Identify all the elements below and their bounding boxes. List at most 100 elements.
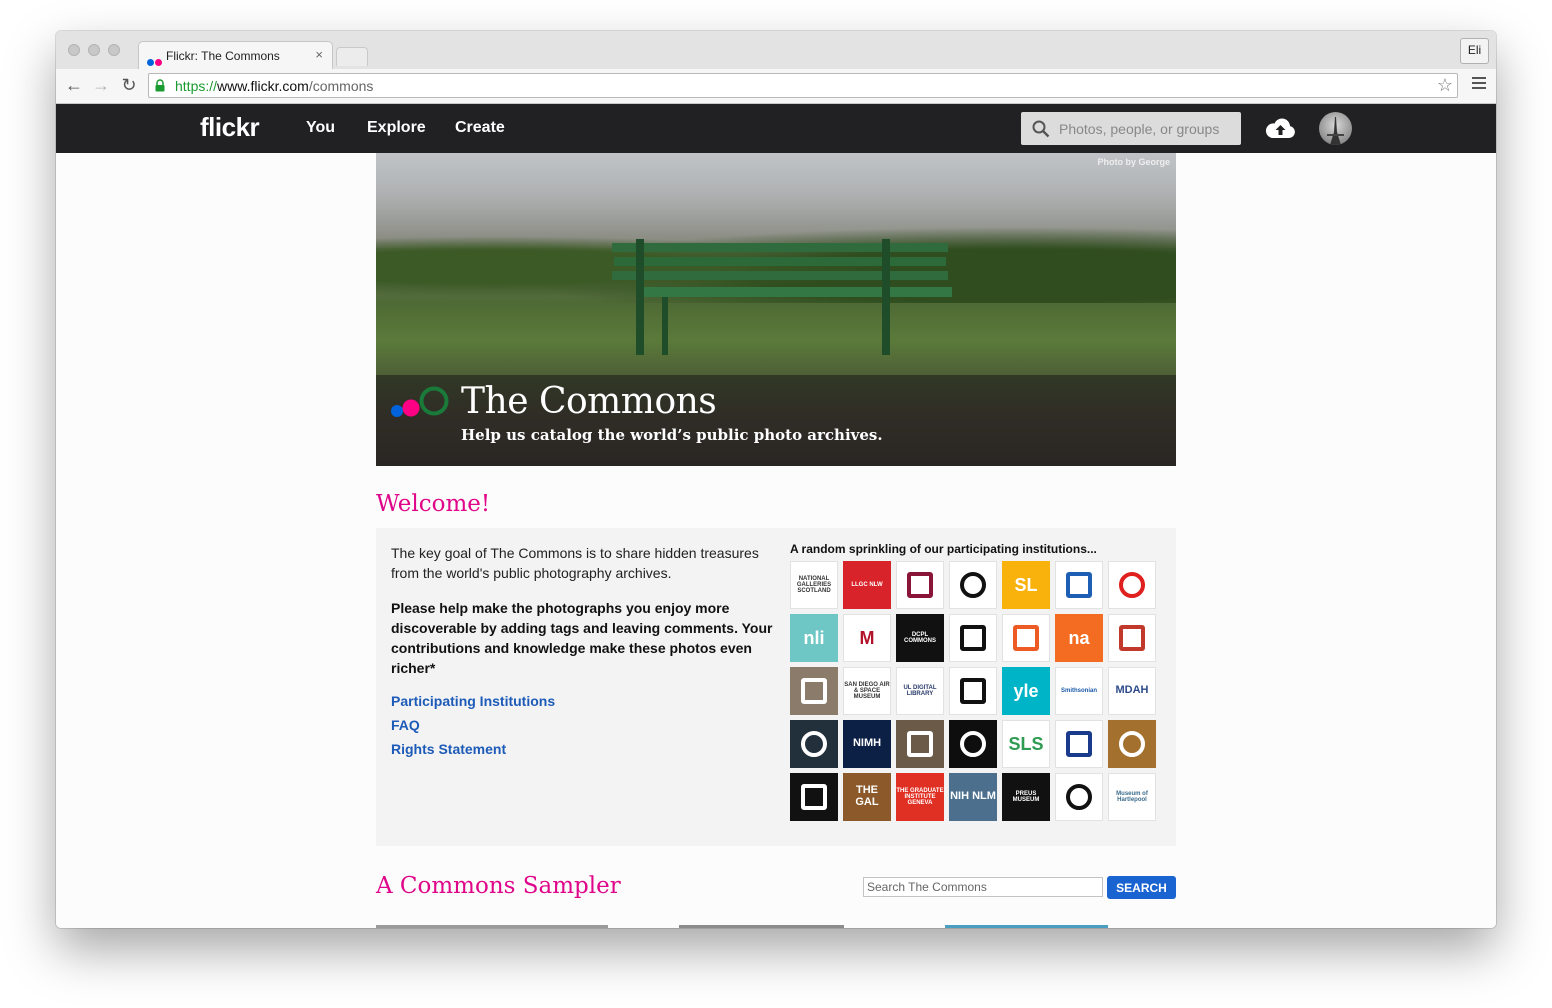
institution-logo[interactable] [896, 561, 944, 609]
hamburger-menu-icon[interactable] [1472, 77, 1486, 92]
institution-mark-icon [907, 731, 933, 757]
search-icon [1032, 120, 1050, 138]
institution-mark-icon [960, 731, 986, 757]
flickr-search-box[interactable] [1021, 112, 1241, 145]
browser-toolbar: ← → ↻ https://www.flickr.com/commons ☆ [56, 69, 1496, 104]
institution-logo[interactable] [1055, 773, 1103, 821]
institution-mark-icon [960, 625, 986, 651]
back-arrow-icon[interactable]: ← [64, 75, 84, 95]
institution-logo[interactable] [790, 773, 838, 821]
lock-icon [155, 79, 165, 92]
institution-logo-label: DCPL COMMONS [904, 631, 936, 644]
institution-logo[interactable]: NATIONAL GALLERIES SCOTLAND [790, 561, 838, 609]
close-window-button[interactable] [68, 44, 80, 56]
tab-strip: Flickr: The Commons × Eli [56, 31, 1496, 70]
upload-cloud-icon[interactable] [1265, 117, 1296, 139]
institution-logo[interactable]: SAN DIEGO AIR & SPACE MUSEUM [843, 667, 891, 715]
institution-logo[interactable]: SL [1002, 561, 1050, 609]
institution-logo[interactable]: yle [1002, 667, 1050, 715]
institution-mark-icon [1119, 731, 1145, 757]
rights-statement-link[interactable]: Rights Statement [391, 741, 506, 757]
institution-logo[interactable]: NIH NLM [949, 773, 997, 821]
sampler-thumbnail[interactable] [945, 925, 1108, 928]
institution-logo[interactable]: THE GRADUATE INSTITUTE GENEVA [896, 773, 944, 821]
institution-mark-icon [1066, 784, 1092, 810]
url-scheme: https:// [175, 78, 218, 94]
call-to-action-text: Please help make the photographs you enj… [391, 600, 773, 676]
institution-mark-icon [1119, 625, 1145, 651]
institution-mark-icon [1066, 572, 1092, 598]
page-content: Photo by George The Commons Help us cata… [56, 153, 1496, 928]
institution-logo[interactable]: M [843, 614, 891, 662]
browser-window: Flickr: The Commons × Eli ← → ↻ https://… [56, 31, 1496, 928]
sampler-thumbnail[interactable] [679, 925, 844, 928]
reload-icon[interactable]: ↻ [119, 75, 139, 95]
institution-logo[interactable]: Smithsonian [1055, 667, 1103, 715]
flickr-logo[interactable]: flickr [200, 112, 260, 143]
institution-logo[interactable]: Museum of Hartlepool [1108, 773, 1156, 821]
institution-logo[interactable]: na [1055, 614, 1103, 662]
institution-logo[interactable] [1002, 614, 1050, 662]
institution-logo[interactable]: LLGC NLW [843, 561, 891, 609]
institution-logo[interactable] [1108, 561, 1156, 609]
sampler-heading: A Commons Sampler [376, 873, 621, 899]
institution-logo[interactable] [949, 667, 997, 715]
url-text: https://www.flickr.com/commons [175, 78, 373, 94]
photo-credit[interactable]: Photo by George [1097, 157, 1170, 167]
institution-logo[interactable]: NIMH [843, 720, 891, 768]
institution-mark-icon [960, 678, 986, 704]
url-path: /commons [308, 78, 374, 94]
institution-logo[interactable] [1055, 720, 1103, 768]
forward-arrow-icon[interactable]: → [91, 75, 111, 95]
bookmark-star-icon[interactable]: ☆ [1437, 75, 1453, 96]
institution-logo[interactable]: UL DIGITAL LIBRARY [896, 667, 944, 715]
institution-logo[interactable] [949, 720, 997, 768]
institution-logo-label: LLGC NLW [851, 581, 883, 588]
minimize-window-button[interactable] [88, 44, 100, 56]
institution-logo[interactable]: MDAH [1108, 667, 1156, 715]
flickr-header: flickr You Explore Create [56, 104, 1496, 153]
institution-logo[interactable]: THE GAL [843, 773, 891, 821]
institution-logo[interactable] [949, 614, 997, 662]
flickr-search-input[interactable] [1057, 119, 1237, 139]
commons-search-button[interactable]: SEARCH [1107, 876, 1176, 899]
nav-create[interactable]: Create [455, 119, 505, 137]
nav-explore[interactable]: Explore [367, 119, 426, 137]
bench-image [612, 239, 952, 355]
new-tab-button[interactable] [336, 47, 368, 66]
institution-logo[interactable] [1108, 614, 1156, 662]
institutions-heading: A random sprinkling of our participating… [790, 542, 1097, 556]
institution-mark-icon [907, 572, 933, 598]
institution-logo[interactable]: SLS [1002, 720, 1050, 768]
institution-logo-label: THE GRADUATE INSTITUTE GENEVA [896, 787, 944, 807]
tab-close-icon[interactable]: × [315, 47, 323, 62]
participating-institutions-link[interactable]: Participating Institutions [391, 693, 555, 709]
nav-you[interactable]: You [306, 119, 335, 137]
institution-logo[interactable] [949, 561, 997, 609]
institution-logo[interactable]: PREUS MUSEUM [1002, 773, 1050, 821]
sampler-thumbnail[interactable] [376, 925, 608, 928]
institution-logo[interactable] [790, 667, 838, 715]
institution-logo-label: na [1068, 627, 1090, 648]
institution-logo[interactable] [896, 720, 944, 768]
profile-button[interactable]: Eli [1460, 38, 1489, 64]
institution-logo[interactable] [1108, 720, 1156, 768]
zoom-window-button[interactable] [108, 44, 120, 56]
institution-logo[interactable]: nli [790, 614, 838, 662]
institution-logo-label: yle [1013, 680, 1039, 701]
institution-logo[interactable]: DCPL COMMONS [896, 614, 944, 662]
welcome-panel: The key goal of The Commons is to share … [376, 528, 1176, 846]
institution-logo-label: SL [1014, 574, 1038, 595]
institution-logo-label: UL DIGITAL LIBRARY [903, 684, 937, 697]
institution-logo[interactable] [1055, 561, 1103, 609]
hero-subtitle: Help us catalog the world’s public photo… [461, 426, 883, 444]
intro-text: The key goal of The Commons is to share … [391, 545, 759, 581]
browser-tab[interactable]: Flickr: The Commons × [138, 41, 333, 70]
commons-search-input[interactable] [863, 877, 1103, 897]
institution-logo[interactable] [790, 720, 838, 768]
hero-title: The Commons [461, 381, 717, 422]
address-bar[interactable]: https://www.flickr.com/commons ☆ [148, 73, 1458, 98]
user-avatar[interactable] [1319, 112, 1352, 145]
faq-link[interactable]: FAQ [391, 717, 420, 733]
institution-logo-label: SAN DIEGO AIR & SPACE MUSEUM [844, 681, 890, 701]
